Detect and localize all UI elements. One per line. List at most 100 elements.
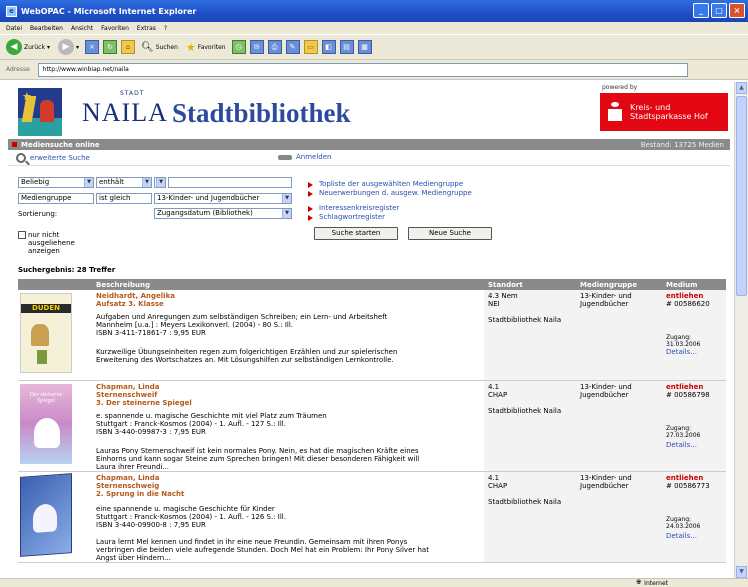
header-mediengruppe: Mediengruppe (580, 281, 638, 289)
mail-icon[interactable]: ✉ (249, 40, 264, 54)
book-cover-image[interactable]: DUDEN (20, 293, 72, 373)
results-table: Beschreibung Standort Mediengruppe Mediu… (18, 279, 726, 563)
author-link[interactable]: Neidhardt, Angelika Aufsatz 3. Klasse (96, 292, 175, 308)
maximize-button[interactable]: □ (711, 3, 727, 18)
menu-favoriten[interactable]: Favoriten (101, 25, 129, 32)
edit-icon[interactable]: ✎ (285, 40, 300, 54)
field-select-2[interactable]: Mediengruppe (18, 193, 94, 204)
medium-status: entliehen # 00586620 (666, 292, 710, 308)
favorites-label: Favoriten (197, 43, 226, 51)
available-only-checkbox[interactable] (18, 231, 26, 239)
zone-label: Internet (644, 579, 668, 587)
security-zone: 🌐︎ Internet (636, 579, 668, 587)
globe-icon: 🌐︎ (636, 579, 642, 586)
window-title: WebOPAC - Microsoft Internet Explorer (21, 6, 197, 16)
login-label: Anmelden (296, 153, 332, 161)
new-search-button[interactable]: Neue Suche (408, 227, 492, 240)
location: 4.3 Nem NEI Stadtbibliothek Naila (488, 292, 562, 324)
menu-bar: Datei Bearbeiten Ansicht Favoriten Extra… (0, 22, 748, 34)
search-title: Mediensuche online (21, 140, 100, 149)
value-mode-select-1[interactable]: ▼ (154, 177, 166, 188)
powered-by-label: powered by (602, 84, 638, 91)
result-count: Suchergebnis: 28 Treffer (18, 266, 116, 274)
search-title-bar: Mediensuche online Bestand: 13725 Medien (8, 139, 730, 150)
page-content: ★ STADT NAILA Stadtbibliothek powered by… (8, 82, 730, 578)
menu-bearbeiten[interactable]: Bearbeiten (30, 25, 63, 32)
description: e. spannende u. magische Geschichte mit … (96, 412, 327, 436)
start-search-button[interactable]: Suche starten (314, 227, 398, 240)
link-topliste[interactable]: Topliste der ausgewählten Mediengruppe (308, 180, 472, 189)
link-schlagwort[interactable]: Schlagwortregister (308, 213, 472, 222)
location: 4.1 CHAP Stadtbibliothek Naila (488, 383, 562, 415)
media-icon[interactable]: ▦ (357, 40, 372, 54)
author-link[interactable]: Chapman, Linda Sternenschweig 2. Sprung … (96, 474, 184, 498)
status-bar: 🌐︎ Internet (0, 578, 748, 587)
accession-date: Zugang: 31.03.2006 (666, 334, 701, 348)
sparkasse-logo-icon (608, 102, 622, 122)
minimize-button[interactable]: _ (693, 3, 709, 18)
link-interessenkreis[interactable]: Interessenkreisregister (308, 204, 472, 213)
research-icon[interactable]: ▤ (339, 40, 354, 54)
table-row: DUDEN Neidhardt, Angelika Aufsatz 3. Kla… (18, 290, 726, 381)
forward-arrow-icon: ▶ (57, 39, 74, 55)
book-cover-image[interactable] (20, 473, 72, 557)
table-row: Chapman, Linda Sternenschweig 2. Sprung … (18, 472, 726, 563)
annotation: Lauras Pony Sternenschweif ist kein norm… (96, 447, 420, 471)
annotation: Laura lernt Mel kennen und findet in ihr… (96, 538, 429, 562)
extended-search-link[interactable]: erweiterte Suche (16, 153, 90, 163)
stadt-label: STADT (120, 90, 145, 97)
search-label: Suchen (155, 43, 178, 51)
history-icon[interactable]: ◷ (231, 40, 246, 54)
description: Aufgaben und Anregungen zum selbständige… (96, 313, 388, 337)
header-standort: Standort (488, 281, 523, 289)
header-medium: Medium (666, 281, 698, 289)
home-icon[interactable]: ⌂ (121, 40, 135, 54)
value-select-2[interactable]: 13-Kinder- und Jugendbücher ▼ (154, 193, 292, 204)
scroll-down-icon[interactable]: ▼ (736, 566, 747, 578)
close-button[interactable]: × (729, 3, 745, 18)
favorites-button[interactable]: ★ Favoriten (184, 41, 228, 54)
search-button[interactable]: 🔍︎ Suchen (139, 42, 180, 53)
search-input-1[interactable] (168, 177, 292, 188)
media-group: 13-Kinder- und Jugendbücher (580, 474, 632, 490)
menu-datei[interactable]: Datei (6, 25, 22, 32)
scroll-up-icon[interactable]: ▲ (736, 82, 747, 94)
address-bar: Adresse http://www.winbiap.net/naila (0, 60, 748, 80)
sort-select[interactable]: Zugangsdatum (Bibliothek) ▼ (154, 208, 292, 219)
author-link[interactable]: Chapman, Linda Sternenschweif 3. Der ste… (96, 383, 192, 407)
sponsor-line1: Kreis- und (630, 103, 671, 112)
accession-date: Zugang: 27.03.2006 (666, 425, 701, 439)
login-link[interactable]: Anmelden (278, 153, 331, 161)
field-select-1[interactable]: Beliebig ▼ (18, 177, 94, 188)
stock-count: Bestand: 13725 Medien (640, 140, 724, 149)
cover-title: DUDEN (21, 304, 71, 313)
stop-icon[interactable]: × (85, 40, 99, 54)
browser-window: e WebOPAC - Microsoft Internet Explorer … (0, 0, 748, 587)
vertical-scrollbar[interactable]: ▲ ▼ (734, 82, 748, 578)
scroll-thumb[interactable] (736, 96, 747, 296)
book-cover-image[interactable]: Der steinerne Spiegel (20, 384, 72, 464)
link-neuerwerbungen[interactable]: Neuerwerbungen d. ausgew. Mediengruppe (308, 189, 472, 198)
back-button[interactable]: ◀ Zurück ▾ (4, 39, 52, 55)
menu-help[interactable]: ? (164, 25, 167, 32)
operator-select-2[interactable]: ist gleich (96, 193, 152, 204)
address-input[interactable]: http://www.winbiap.net/naila (37, 62, 688, 77)
forward-button[interactable]: ▶ ▾ (56, 39, 81, 55)
menu-extras[interactable]: Extras (137, 25, 156, 32)
details-link[interactable]: Details... (666, 532, 697, 540)
star-icon: ★ (185, 40, 196, 54)
table-row: Der steinerne Spiegel Chapman, Linda Ste… (18, 381, 726, 472)
medium-status: entliehen # 00586798 (666, 383, 710, 399)
refresh-icon[interactable]: ↻ (103, 40, 117, 54)
messenger-icon[interactable]: ◧ (321, 40, 336, 54)
details-link[interactable]: Details... (666, 348, 697, 356)
naila-coat-of-arms-logo: ★ (18, 88, 62, 136)
menu-ansicht[interactable]: Ansicht (71, 25, 93, 32)
print-icon[interactable]: ⎙ (267, 40, 282, 54)
table-header: Beschreibung Standort Mediengruppe Mediu… (18, 279, 726, 290)
available-only-label: nur nicht ausgeliehene anzeigen (28, 231, 75, 255)
operator-select-1[interactable]: enthält ▼ (96, 177, 152, 188)
sponsor-banner[interactable]: Kreis- und Stadtsparkasse Hof (600, 93, 728, 131)
folder-icon[interactable]: ▭ (303, 40, 318, 54)
details-link[interactable]: Details... (666, 441, 697, 449)
